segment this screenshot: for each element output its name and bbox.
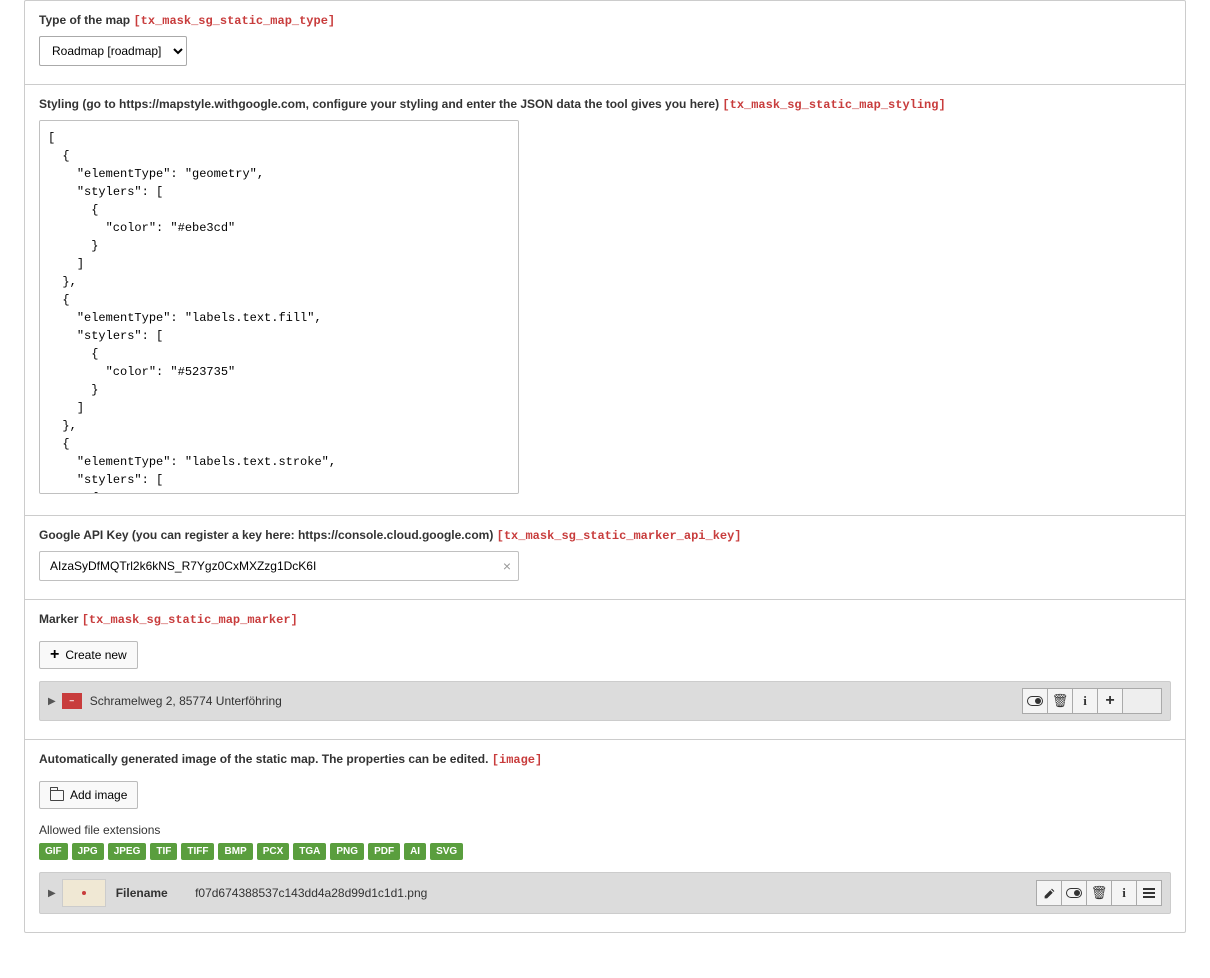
create-new-button[interactable]: Create new bbox=[39, 641, 138, 669]
marker-thumb-icon: ⎯ bbox=[62, 693, 82, 709]
add-button[interactable]: + bbox=[1097, 688, 1123, 714]
marker-tech: [tx_mask_sg_static_map_marker] bbox=[82, 613, 298, 627]
trash-icon: 🗑 bbox=[1052, 693, 1069, 709]
marker-label-text: Marker bbox=[39, 612, 78, 626]
expand-icon[interactable]: ▶ bbox=[48, 888, 56, 899]
drag-icon bbox=[1143, 888, 1155, 898]
section-map-type: Type of the map [tx_mask_sg_static_map_t… bbox=[25, 1, 1185, 85]
clear-icon[interactable]: × bbox=[503, 558, 511, 574]
action-spacer bbox=[1122, 688, 1162, 714]
ext-badge: BMP bbox=[218, 843, 252, 860]
ext-badge: PCX bbox=[257, 843, 290, 860]
allowed-ext-label: Allowed file extensions bbox=[39, 823, 1171, 837]
api-key-label: Google API Key (you can register a key h… bbox=[39, 528, 1171, 543]
marker-record-row: ▶ ⎯ Schramelweg 2, 85774 Unterföhring 🗑 … bbox=[39, 681, 1171, 721]
toggle-button[interactable] bbox=[1061, 880, 1087, 906]
ext-badge: PNG bbox=[330, 843, 364, 860]
ext-badge: AI bbox=[404, 843, 426, 860]
trash-icon: 🗑 bbox=[1091, 885, 1108, 901]
create-new-label: Create new bbox=[65, 648, 126, 662]
section-styling: Styling (go to https://mapstyle.withgoog… bbox=[25, 85, 1185, 516]
info-button[interactable]: i bbox=[1072, 688, 1098, 714]
image-tech: [image] bbox=[492, 753, 542, 767]
extension-badges: GIFJPGJPEGTIFTIFFBMP PCXTGAPNGPDFAISVG bbox=[39, 843, 1171, 860]
toggle-icon bbox=[1066, 888, 1082, 898]
api-key-input[interactable] bbox=[39, 551, 519, 581]
styling-label-text: Styling (go to https://mapstyle.withgoog… bbox=[39, 97, 719, 111]
expand-icon[interactable]: ▶ bbox=[48, 696, 56, 707]
ext-badge: JPEG bbox=[108, 843, 147, 860]
drag-handle[interactable] bbox=[1136, 880, 1162, 906]
image-row-text[interactable]: Filename f07d674388537c143dd4a28d99d1c1d… bbox=[116, 886, 1036, 900]
info-icon: i bbox=[1122, 885, 1126, 901]
ext-badge: TIF bbox=[150, 843, 177, 860]
marker-label: Marker [tx_mask_sg_static_map_marker] bbox=[39, 612, 1171, 627]
ext-badge: TGA bbox=[293, 843, 326, 860]
styling-textarea[interactable] bbox=[39, 120, 519, 494]
plus-icon bbox=[50, 648, 59, 662]
delete-button[interactable]: 🗑 bbox=[1047, 688, 1073, 714]
image-record-row: ▶ Filename f07d674388537c143dd4a28d99d1c… bbox=[39, 872, 1171, 914]
map-type-label: Type of the map [tx_mask_sg_static_map_t… bbox=[39, 13, 1171, 28]
ext-badge: TIFF bbox=[181, 843, 214, 860]
map-type-select[interactable]: Roadmap [roadmap] bbox=[39, 36, 187, 66]
marker-row-title[interactable]: Schramelweg 2, 85774 Unterföhring bbox=[90, 694, 1022, 708]
plus-icon: + bbox=[1105, 692, 1114, 710]
api-key-input-group: × bbox=[39, 551, 519, 581]
styling-label: Styling (go to https://mapstyle.withgoog… bbox=[39, 97, 1171, 112]
edit-button[interactable] bbox=[1036, 880, 1062, 906]
folder-icon bbox=[50, 790, 64, 801]
image-thumbnail bbox=[62, 879, 106, 907]
add-image-button[interactable]: Add image bbox=[39, 781, 138, 809]
image-label: Automatically generated image of the sta… bbox=[39, 752, 1171, 767]
map-type-label-text: Type of the map bbox=[39, 13, 130, 27]
form-panel: Type of the map [tx_mask_sg_static_map_t… bbox=[24, 0, 1186, 933]
info-button[interactable]: i bbox=[1111, 880, 1137, 906]
section-image: Automatically generated image of the sta… bbox=[25, 740, 1185, 932]
marker-row-actions: 🗑 i + bbox=[1022, 688, 1162, 714]
image-label-text: Automatically generated image of the sta… bbox=[39, 752, 488, 766]
map-type-tech: [tx_mask_sg_static_map_type] bbox=[133, 14, 335, 28]
section-marker: Marker [tx_mask_sg_static_map_marker] Cr… bbox=[25, 600, 1185, 740]
add-image-label: Add image bbox=[70, 788, 127, 802]
ext-badge: JPG bbox=[72, 843, 104, 860]
ext-badge: SVG bbox=[430, 843, 463, 860]
filename-label: Filename bbox=[116, 886, 168, 900]
toggle-icon bbox=[1027, 696, 1043, 706]
filename-value: f07d674388537c143dd4a28d99d1c1d1.png bbox=[195, 886, 427, 900]
ext-badge: PDF bbox=[368, 843, 400, 860]
image-row-actions: 🗑 i bbox=[1036, 880, 1162, 906]
api-key-label-text: Google API Key (you can register a key h… bbox=[39, 528, 493, 542]
ext-badge: GIF bbox=[39, 843, 68, 860]
delete-button[interactable]: 🗑 bbox=[1086, 880, 1112, 906]
styling-tech: [tx_mask_sg_static_map_styling] bbox=[722, 98, 945, 112]
section-api-key: Google API Key (you can register a key h… bbox=[25, 516, 1185, 600]
toggle-button[interactable] bbox=[1022, 688, 1048, 714]
pencil-icon bbox=[1043, 887, 1056, 900]
info-icon: i bbox=[1083, 693, 1087, 709]
api-key-tech: [tx_mask_sg_static_marker_api_key] bbox=[497, 529, 742, 543]
